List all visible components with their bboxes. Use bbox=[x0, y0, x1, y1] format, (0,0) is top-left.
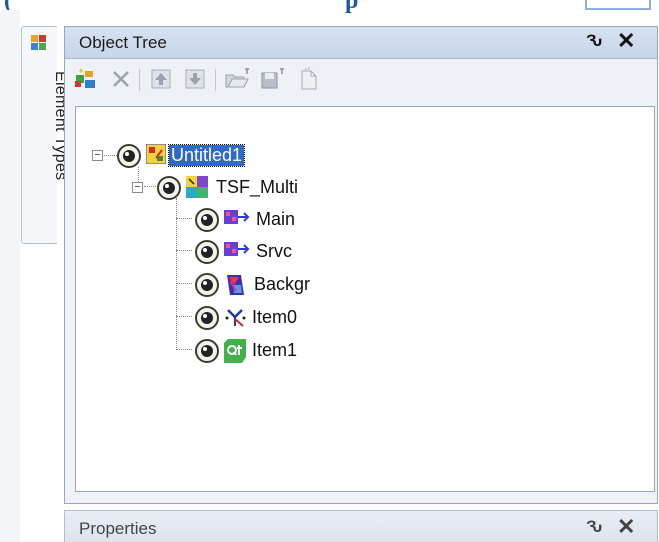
move-down-button[interactable] bbox=[181, 65, 209, 93]
side-strip bbox=[0, 10, 20, 542]
tree-node-label-srvc: Srvc bbox=[256, 241, 292, 261]
tree-connector bbox=[144, 186, 156, 187]
item-node-icon bbox=[224, 306, 246, 333]
tree-connector bbox=[176, 349, 192, 350]
tree-node-group[interactable]: TSF_Multi bbox=[156, 174, 406, 200]
visibility-eye-icon[interactable] bbox=[194, 207, 220, 238]
delete-icon bbox=[113, 71, 129, 87]
tree-connector bbox=[176, 283, 192, 284]
page-node-icon bbox=[224, 240, 252, 265]
tree-node-label-main: Main bbox=[256, 209, 296, 229]
tree-node-label-root: Untitled1 bbox=[167, 144, 246, 167]
collapse-toggle-root[interactable]: − bbox=[92, 150, 103, 161]
properties-title: Properties bbox=[79, 519, 157, 538]
open-folder-icon bbox=[225, 68, 249, 88]
tree-connector bbox=[176, 198, 177, 350]
add-object-icon bbox=[75, 68, 95, 88]
add-object-button[interactable] bbox=[71, 65, 99, 93]
tree-node-item0[interactable]: Item0 bbox=[194, 304, 394, 330]
tree-node-main[interactable]: Main bbox=[194, 206, 394, 232]
move-up-button[interactable] bbox=[147, 65, 175, 93]
background-node-icon bbox=[224, 273, 246, 302]
document-node-icon bbox=[145, 143, 167, 169]
delete-button[interactable] bbox=[107, 65, 135, 93]
page-node-icon bbox=[224, 208, 252, 233]
tree-connector bbox=[176, 218, 192, 219]
move-down-icon bbox=[185, 69, 205, 89]
visibility-eye-icon[interactable] bbox=[156, 175, 182, 206]
properties-panel-header[interactable]: Properties Ԅ ✕ bbox=[64, 510, 658, 542]
visibility-eye-icon[interactable] bbox=[116, 143, 142, 174]
toolbar-separator bbox=[139, 69, 140, 91]
clipped-box bbox=[585, 0, 651, 10]
clipped-heading-fragment-2: p bbox=[345, 0, 359, 14]
move-up-icon bbox=[151, 69, 171, 89]
new-document-button[interactable] bbox=[295, 65, 323, 93]
tree-node-root[interactable]: Untitled1 bbox=[116, 142, 366, 168]
qt-node-icon bbox=[224, 339, 246, 368]
tree-node-label-item1: Item1 bbox=[252, 340, 298, 360]
open-folder-button[interactable] bbox=[223, 65, 251, 93]
panel-title: Object Tree bbox=[79, 33, 167, 52]
properties-close-icon[interactable]: ✕ bbox=[617, 514, 635, 540]
tree-node-srvc[interactable]: Srvc bbox=[194, 238, 394, 264]
element-types-icon bbox=[31, 35, 47, 56]
element-types-tab[interactable]: Element Types bbox=[21, 26, 69, 244]
object-tree-toolbar bbox=[65, 59, 657, 99]
toolbar-separator-2 bbox=[215, 69, 216, 91]
save-icon bbox=[261, 68, 284, 89]
tree-node-item1[interactable]: Item1 bbox=[194, 337, 394, 363]
panel-title-bar: Object Tree Ԅ ✕ bbox=[65, 27, 657, 59]
tree-connector bbox=[176, 316, 192, 317]
visibility-eye-icon[interactable] bbox=[194, 272, 220, 303]
tree-node-label-group: TSF_Multi bbox=[216, 177, 299, 197]
visibility-eye-icon[interactable] bbox=[194, 239, 220, 270]
tree-node-label-backgr: Backgr bbox=[254, 274, 311, 294]
properties-pin-icon[interactable]: Ԅ bbox=[586, 517, 602, 537]
pin-icon[interactable]: Ԅ bbox=[586, 31, 602, 51]
object-tree-view[interactable]: − Untitled1 − TSF_Multi Main Srvc Backgr… bbox=[75, 106, 655, 492]
save-button[interactable] bbox=[259, 65, 287, 93]
tree-node-label-item0: Item0 bbox=[252, 307, 298, 327]
close-icon[interactable]: ✕ bbox=[617, 28, 635, 54]
top-strip: ( p bbox=[0, 0, 659, 14]
tree-node-backgr[interactable]: Backgr bbox=[194, 271, 394, 297]
visibility-eye-icon[interactable] bbox=[194, 305, 220, 336]
new-document-icon bbox=[301, 67, 317, 90]
tree-connector bbox=[176, 250, 192, 251]
group-node-icon bbox=[186, 176, 208, 203]
collapse-toggle-group[interactable]: − bbox=[132, 182, 143, 193]
object-tree-panel: Object Tree Ԅ ✕ − Untitled1 − TSF_Multi … bbox=[64, 26, 658, 504]
visibility-eye-icon[interactable] bbox=[194, 338, 220, 369]
